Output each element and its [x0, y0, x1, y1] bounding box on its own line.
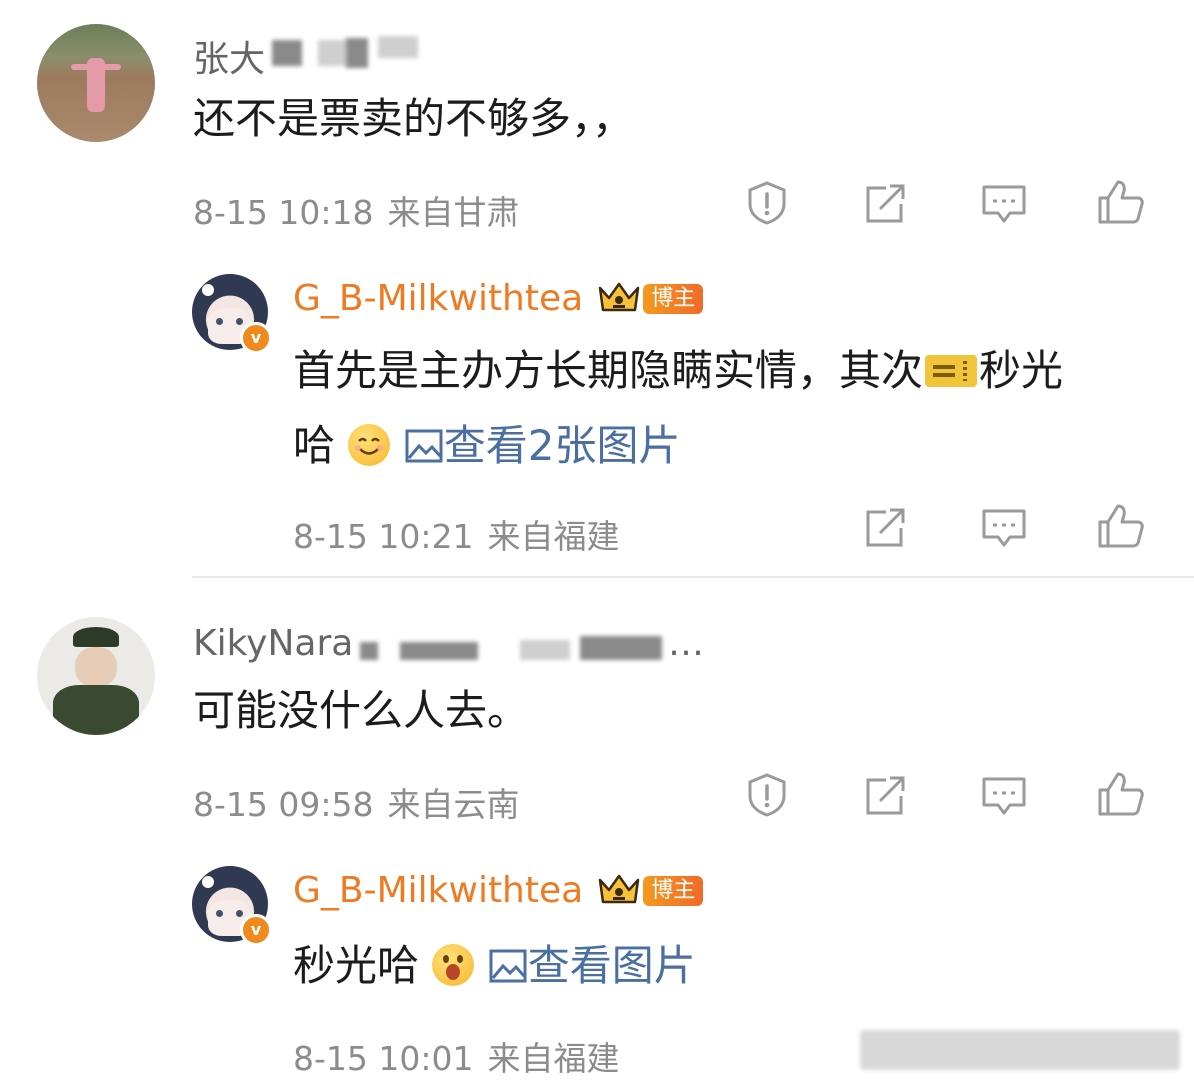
- view-images-link[interactable]: 查看2张图片: [404, 421, 681, 470]
- crown-icon: [597, 872, 641, 910]
- ticket-emoji-icon: [925, 355, 978, 387]
- laughing-emoji-icon: [432, 944, 475, 986]
- blurred-name-segment: [318, 40, 348, 66]
- blurred-name-segment: [346, 38, 368, 68]
- reply-text: 秒光哈: [293, 941, 420, 990]
- verified-icon: v: [240, 322, 272, 354]
- blurred-name-segment: [360, 642, 378, 660]
- reply-meta: 8-15 10:01 来自福建: [293, 1032, 620, 1080]
- username-ellipsis: …: [668, 623, 704, 664]
- share-icon[interactable]: [862, 774, 908, 818]
- reply-text-line-1: 首先是主办方长期隐瞒实情，其次 秒光: [293, 350, 1063, 392]
- username-text[interactable]: 张大: [193, 39, 265, 80]
- image-icon: [405, 429, 443, 463]
- comment-time: 8-15 09:58: [193, 785, 374, 824]
- like-icon[interactable]: [1096, 502, 1146, 550]
- comment-time: 8-15 10:18: [193, 193, 374, 232]
- author-badge: 博主: [597, 280, 704, 318]
- reply-meta: 8-15 10:21 来自福建: [293, 510, 620, 558]
- watermark: [860, 1030, 1180, 1070]
- view-images-link[interactable]: 查看图片: [488, 941, 696, 990]
- username[interactable]: KikyNara: [193, 623, 353, 664]
- reply-header: G_B-Milkwithtea 博主: [293, 278, 704, 319]
- author-badge-label: 博主: [643, 875, 704, 906]
- comment-meta: 8-15 09:58 来自云南: [193, 778, 520, 826]
- blurred-name-segment: [580, 636, 662, 660]
- author-badge: 博主: [597, 872, 704, 910]
- blurred-name-segment: [400, 642, 478, 660]
- like-icon[interactable]: [1096, 770, 1146, 818]
- reply-header: G_B-Milkwithtea 博主: [293, 870, 704, 911]
- avatar[interactable]: [37, 24, 155, 142]
- image-icon: [489, 949, 527, 983]
- report-icon[interactable]: [744, 772, 790, 818]
- comment-icon[interactable]: [980, 182, 1028, 226]
- reply-text-tail: 秒光: [979, 346, 1064, 395]
- avatar[interactable]: [37, 617, 155, 735]
- view-images-label[interactable]: 查看2张图片: [444, 421, 681, 470]
- reply-time: 8-15 10:21: [293, 517, 474, 556]
- blurred-name-segment: [378, 36, 418, 58]
- reply-text-line-1: 秒光哈 查看图片: [293, 944, 696, 987]
- blurred-name-segment: [520, 640, 570, 660]
- reply-location: 来自福建: [487, 517, 620, 556]
- reply-text-end: 哈: [293, 421, 336, 470]
- share-icon[interactable]: [862, 506, 908, 550]
- reply-username[interactable]: G_B-Milkwithtea: [293, 278, 583, 319]
- view-images-label[interactable]: 查看图片: [528, 941, 696, 990]
- like-icon[interactable]: [1096, 178, 1146, 226]
- comment-text: 还不是票卖的不够多，，: [193, 94, 635, 143]
- reply-location: 来自福建: [487, 1039, 620, 1078]
- report-icon[interactable]: [744, 180, 790, 226]
- username-text[interactable]: KikyNara: [193, 623, 353, 664]
- reply-text-line-2: 哈 查看2张图片: [293, 424, 680, 467]
- blurred-name-segment: [272, 40, 302, 66]
- author-badge-label: 博主: [643, 283, 704, 314]
- comment-text: 可能没什么人去。: [193, 686, 530, 735]
- reply-username[interactable]: G_B-Milkwithtea: [293, 870, 583, 911]
- comment-location: 来自云南: [387, 785, 520, 824]
- divider: [192, 576, 1194, 578]
- share-icon[interactable]: [862, 182, 908, 226]
- crown-icon: [597, 280, 641, 318]
- reply-text: 首先是主办方长期隐瞒实情，其次: [293, 346, 924, 395]
- comment-location: 来自甘肃: [387, 193, 520, 232]
- verified-icon: v: [240, 914, 272, 946]
- username[interactable]: 张大: [193, 30, 265, 82]
- smile-emoji-icon: [348, 424, 391, 466]
- comment-meta: 8-15 10:18 来自甘肃: [193, 186, 520, 234]
- comment-icon[interactable]: [980, 774, 1028, 818]
- reply-time: 8-15 10:01: [293, 1039, 474, 1078]
- comment-icon[interactable]: [980, 506, 1028, 550]
